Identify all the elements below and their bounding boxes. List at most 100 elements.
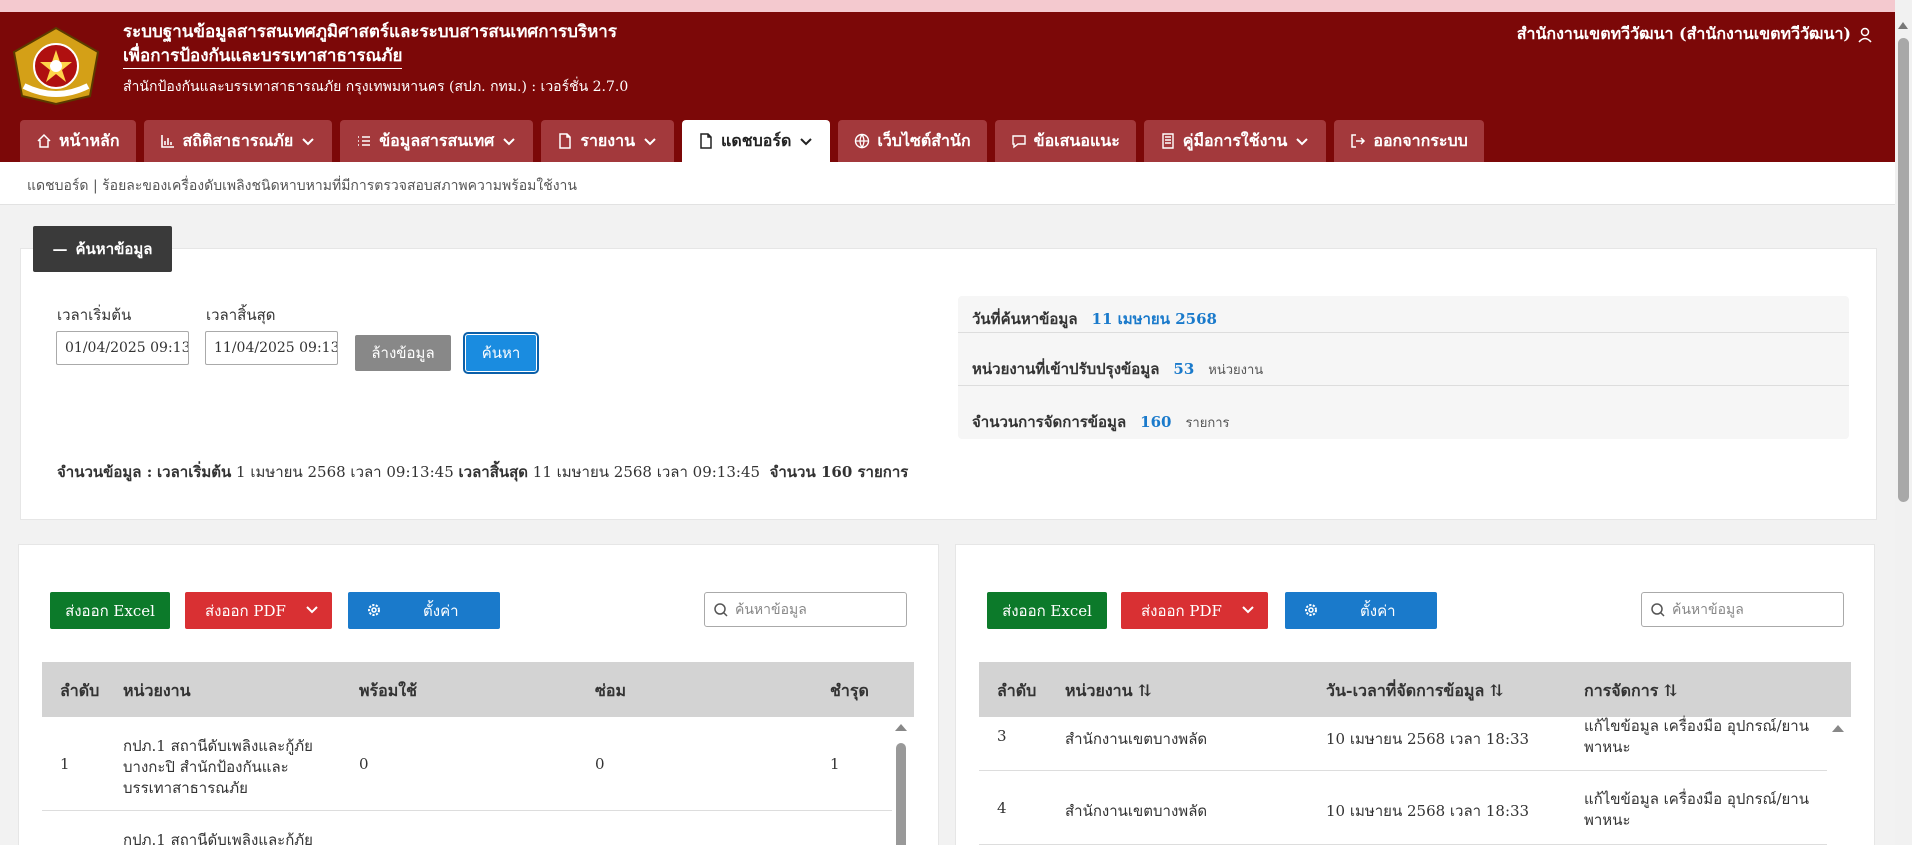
info-units-value: 53 [1173, 360, 1195, 378]
end-time-input[interactable]: 11/04/2025 09:13:45 [205, 331, 338, 365]
scrollbar-thumb[interactable] [896, 743, 906, 845]
globe-icon [855, 133, 870, 149]
app-title-line1: ระบบฐานข้อมูลสารสนเทศภูมิศาสตร์และระบบสา… [123, 22, 617, 42]
gear-icon [1305, 604, 1317, 616]
tab-website-label: เว็บไซต์สำนัก [877, 130, 971, 150]
col-header-ready[interactable]: พร้อมใช้ [359, 679, 417, 704]
search-toggle-button[interactable]: — ค้นหาข้อมูล [33, 226, 172, 272]
table-search-input[interactable]: ค้นหาข้อมูล [1641, 592, 1844, 627]
settings-label: ตั้งค่า [1360, 601, 1396, 620]
summary-end-label: เวลาสิ้นสุด [458, 463, 529, 481]
export-excel-button[interactable]: ส่งออก Excel [50, 592, 170, 629]
top-accent-line [0, 0, 1912, 12]
cell-datetime: 10 เมษายน 2568 เวลา 18:33 [1326, 802, 1530, 820]
app-title: ระบบฐานข้อมูลสารสนเทศภูมิศาสตร์และระบบสา… [123, 20, 617, 69]
logout-icon [1351, 134, 1366, 148]
tab-manual[interactable]: คู่มือการใช้งาน [1143, 120, 1327, 162]
sort-icon: ⇅ [1138, 681, 1152, 700]
search-icon [1651, 602, 1665, 617]
collapse-icon: — [52, 240, 68, 258]
search-button[interactable]: ค้นหา [463, 332, 539, 374]
export-pdf-button[interactable]: ส่งออก PDF [1121, 592, 1268, 629]
summary-prefix: จำนวนข้อมูล : [57, 463, 153, 481]
left-table-scrollbar[interactable] [895, 717, 907, 845]
col-header-datetime-label: วัน-เวลาที่จัดการข้อมูล [1326, 681, 1485, 700]
tab-logout[interactable]: ออกจากระบบ [1334, 120, 1484, 162]
summary-end-value: 11 เมษายน 2568 เวลา 09:13:45 [532, 463, 761, 481]
page-scrollbar[interactable] [1895, 0, 1912, 845]
sort-icon: ⇅ [1489, 681, 1504, 700]
col-header-no[interactable]: ลำดับ [60, 679, 99, 704]
tab-website[interactable]: เว็บไซต์สำนัก [838, 120, 987, 162]
clear-button[interactable]: ล้างข้อมูล [355, 335, 451, 371]
search-info-box: วันที่ค้นหาข้อมูล 11 เมษายน 2568 หน่วยงา… [958, 296, 1849, 439]
table-search-input[interactable]: ค้นหาข้อมูล [704, 592, 907, 627]
info-date-value: 11 เมษายน 2568 [1091, 310, 1217, 328]
cell-unit-line1: กปภ.1 สถานีดับเพลิงและกู้ภัย [123, 831, 313, 845]
book-icon [1162, 133, 1174, 149]
settings-button[interactable]: ตั้งค่า [1285, 592, 1437, 629]
tab-reports[interactable]: รายงาน [541, 120, 675, 162]
info-ops-label: จำนวนการจัดการข้อมูล [972, 413, 1127, 431]
col-header-unit[interactable]: หน่วยงาน ⇅ [1065, 679, 1152, 704]
tab-feedback[interactable]: ข้อเสนอแนะ [994, 120, 1136, 162]
breadcrumb-bar: แดชบอร์ด | ร้อยละของเครื่องดับเพลิงชนิดห… [0, 162, 1895, 205]
export-pdf-button[interactable]: ส่งออก PDF [185, 592, 332, 629]
right-table-header: ลำดับ หน่วยงาน ⇅ วัน-เวลาที่จัดการข้อมูล… [979, 662, 1851, 717]
col-header-datetime[interactable]: วัน-เวลาที่จัดการข้อมูล ⇅ [1326, 679, 1503, 704]
col-header-no[interactable]: ลำดับ [997, 679, 1036, 704]
info-units-row: หน่วยงานที่เข้าปรับปรุงข้อมูล 53 หน่วยงา… [972, 357, 1263, 381]
col-header-unit[interactable]: หน่วยงาน [123, 679, 191, 704]
tab-information[interactable]: ข้อมูลสารสนเทศ [340, 120, 534, 162]
start-time-input[interactable]: 01/04/2025 09:13:45 [56, 331, 189, 365]
info-date-label: วันที่ค้นหาข้อมูล [972, 310, 1078, 328]
right-table-scrollbar[interactable] [1832, 717, 1844, 845]
cell-unit: สำนักงานเขตบางพลัด [1065, 802, 1208, 820]
cell-no: 1 [60, 755, 70, 773]
file-icon [559, 133, 572, 149]
summary-start-value: 1 เมษายน 2568 เวลา 09:13:45 [236, 463, 454, 481]
cell-ready: 0 [359, 755, 369, 773]
scroll-up-icon [895, 724, 907, 731]
table-row[interactable]: กปภ.1 สถานีดับเพลิงและกู้ภัย [42, 811, 892, 845]
page-scrollbar-thumb[interactable] [1898, 38, 1909, 502]
home-icon [37, 133, 51, 148]
chevron-down-icon [302, 138, 314, 146]
table-row[interactable]: 1 กปภ.1 สถานีดับเพลิงและกู้ภัย บางกะปิ ส… [42, 717, 892, 811]
cell-action-line2: พาหนะ [1584, 811, 1631, 829]
gear-icon [368, 604, 380, 616]
scroll-up-icon [1898, 22, 1908, 29]
col-header-repair[interactable]: ซ่อม [595, 679, 626, 704]
app-subtitle: สำนักป้องกันและบรรเทาสาธารณภัย กรุงเทพมห… [123, 79, 629, 95]
left-table-header: ลำดับ หน่วยงาน พร้อมใช้ ซ่อม ชำรุด [42, 662, 914, 717]
chevron-down-icon [1296, 138, 1309, 146]
sort-icon: ⇅ [1663, 681, 1678, 700]
tab-home[interactable]: หน้าหลัก [20, 120, 136, 162]
summary-start-label: เวลาเริ่มต้น [157, 463, 232, 481]
tab-home-label: หน้าหลัก [59, 130, 120, 150]
cell-no: 3 [997, 727, 1007, 745]
table-row[interactable]: 4 สำนักงานเขตบางพลัด 10 เมษายน 2568 เวลา… [979, 771, 1827, 845]
breadcrumb: แดชบอร์ด | ร้อยละของเครื่องดับเพลิงชนิดห… [27, 178, 577, 194]
cell-unit-line3: บรรเทาสาธารณภัย [123, 779, 248, 797]
info-units-unit: หน่วยงาน [1208, 363, 1264, 378]
table-row[interactable]: 3 สำนักงานเขตบางพลัด 10 เมษายน 2568 เวลา… [979, 717, 1827, 771]
info-date-row: วันที่ค้นหาข้อมูล 11 เมษายน 2568 [972, 307, 1217, 331]
chat-icon [1011, 135, 1026, 149]
table-search-placeholder: ค้นหาข้อมูล [1672, 601, 1744, 618]
settings-button[interactable]: ตั้งค่า [348, 592, 500, 629]
cell-action-line2: พาหนะ [1584, 738, 1631, 756]
info-ops-unit: รายการ [1185, 416, 1230, 431]
tab-dashboard[interactable]: แดชบอร์ด [682, 120, 831, 162]
tab-information-label: ข้อมูลสารสนเทศ [379, 130, 495, 150]
col-header-action[interactable]: การจัดการ ⇅ [1584, 679, 1677, 704]
export-excel-button[interactable]: ส่งออก Excel [987, 592, 1107, 629]
tab-statistics[interactable]: สถิติสาธารณภัย [143, 120, 333, 162]
search-toggle-label: ค้นหาข้อมูล [75, 240, 153, 258]
file-icon [700, 133, 712, 149]
user-menu[interactable]: สำนักงานเขตทวีวัฒนา (สำนักงานเขตทวีวัฒนา… [1517, 22, 1873, 47]
scroll-up-icon [1832, 725, 1844, 732]
col-header-broken[interactable]: ชำรุด [830, 679, 869, 704]
chevron-down-icon [1242, 606, 1254, 614]
end-time-label: เวลาสิ้นสุด [206, 306, 276, 324]
